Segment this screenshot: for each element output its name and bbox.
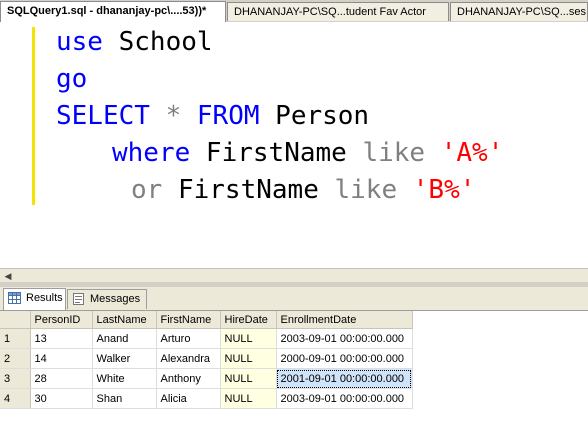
- results-grid: PersonID LastName FirstName HireDate Enr…: [0, 311, 413, 409]
- table-row: 1 13 Anand Arturo NULL 2003-09-01 00:00:…: [0, 328, 413, 349]
- cell-hiredate[interactable]: NULL: [220, 348, 277, 369]
- column-header-hiredate[interactable]: HireDate: [220, 311, 277, 329]
- cell-firstname[interactable]: Anthony: [156, 368, 221, 389]
- table-row: 4 30 Shan Alicia NULL 2003-09-01 00:00:0…: [0, 388, 413, 409]
- cell-enrollmentdate[interactable]: 2003-09-01 00:00:00.000: [276, 388, 413, 409]
- grid-icon: [8, 292, 21, 304]
- cell-enrollmentdate[interactable]: 2003-09-01 00:00:00.000: [276, 328, 413, 349]
- cell-lastname[interactable]: Walker: [92, 348, 157, 369]
- operator-like: like: [334, 175, 398, 205]
- cell-personid[interactable]: 28: [30, 368, 93, 389]
- cell-personid[interactable]: 14: [30, 348, 93, 369]
- cell-lastname[interactable]: Anand: [92, 328, 157, 349]
- grid-header-row: PersonID LastName FirstName HireDate Enr…: [0, 311, 413, 329]
- cell-hiredate[interactable]: NULL: [220, 328, 277, 349]
- column-firstname: FirstName: [190, 138, 363, 168]
- keyword-go: go: [56, 64, 88, 94]
- tab-student-fav-actor[interactable]: DHANANJAY-PC\SQ...tudent Fav Actor: [227, 2, 449, 21]
- row-number[interactable]: 2: [0, 348, 31, 369]
- keyword-where: where: [112, 138, 191, 168]
- keyword-select: SELECT: [56, 101, 150, 131]
- column-header-personid[interactable]: PersonID: [30, 311, 93, 329]
- cell-enrollmentdate-selected[interactable]: 2001-09-01 00:00:00.000: [276, 368, 413, 389]
- row-number[interactable]: 1: [0, 328, 31, 349]
- tab-messages-label: Messages: [90, 293, 141, 305]
- cell-personid[interactable]: 30: [30, 388, 93, 409]
- column-header-firstname[interactable]: FirstName: [156, 311, 221, 329]
- messages-icon: [73, 293, 84, 305]
- column-header-lastname[interactable]: LastName: [92, 311, 157, 329]
- grid-corner-cell[interactable]: [0, 311, 31, 329]
- database-name: School: [102, 27, 213, 57]
- tab-third-query[interactable]: DHANANJAY-PC\SQ...ses: [450, 2, 588, 21]
- document-tab-bar: SQLQuery1.sql - dhananjay-pc\....53))* D…: [0, 0, 588, 23]
- code-line-2: go: [56, 63, 87, 95]
- operator-or: or: [131, 175, 163, 205]
- tab-messages[interactable]: Messages: [67, 289, 147, 309]
- code-line-1: use School: [56, 26, 213, 58]
- tab-results[interactable]: Results: [3, 288, 66, 310]
- cell-lastname[interactable]: White: [92, 368, 157, 389]
- results-tab-bar: Results Messages: [0, 287, 588, 311]
- code-line-5: or FirstName like 'B%': [131, 174, 475, 206]
- code-line-3: SELECT * FROM Person: [56, 100, 369, 132]
- cell-personid[interactable]: 13: [30, 328, 93, 349]
- cell-lastname[interactable]: Shan: [92, 388, 157, 409]
- row-number[interactable]: 4: [0, 388, 31, 409]
- cell-hiredate[interactable]: NULL: [220, 368, 277, 389]
- keyword-use: use: [56, 27, 103, 57]
- string-literal-b: 'B%': [412, 175, 476, 205]
- query-editor[interactable]: use School go SELECT * FROM Person where…: [0, 22, 588, 268]
- cell-hiredate[interactable]: NULL: [220, 388, 277, 409]
- table-name: Person: [259, 101, 370, 131]
- tab-sqlquery1[interactable]: SQLQuery1.sql - dhananjay-pc\....53))*: [0, 1, 226, 22]
- editor-horizontal-scrollbar[interactable]: ◀: [0, 268, 588, 283]
- cell-firstname[interactable]: Alexandra: [156, 348, 221, 369]
- cell-firstname[interactable]: Alicia: [156, 388, 221, 409]
- row-number[interactable]: 3: [0, 368, 31, 389]
- scroll-left-arrow-icon[interactable]: ◀: [2, 269, 14, 283]
- select-star: *: [149, 101, 197, 131]
- tab-results-label: Results: [26, 292, 63, 304]
- table-row: 3 28 White Anthony NULL 2001-09-01 00:00…: [0, 368, 413, 389]
- keyword-from: FROM: [196, 101, 260, 131]
- results-grid-pane: PersonID LastName FirstName HireDate Enr…: [0, 311, 588, 433]
- cell-firstname[interactable]: Arturo: [156, 328, 221, 349]
- string-literal-a: 'A%': [440, 138, 504, 168]
- change-indicator-bar: [32, 27, 35, 205]
- table-row: 2 14 Walker Alexandra NULL 2000-09-01 00…: [0, 348, 413, 369]
- column-header-enrollmentdate[interactable]: EnrollmentDate: [276, 311, 413, 329]
- cell-enrollmentdate[interactable]: 2000-09-01 00:00:00.000: [276, 348, 413, 369]
- operator-like: like: [362, 138, 426, 168]
- code-line-4: where FirstName like 'A%': [112, 137, 503, 169]
- column-firstname: FirstName: [162, 175, 335, 205]
- editor-gutter: [0, 22, 33, 268]
